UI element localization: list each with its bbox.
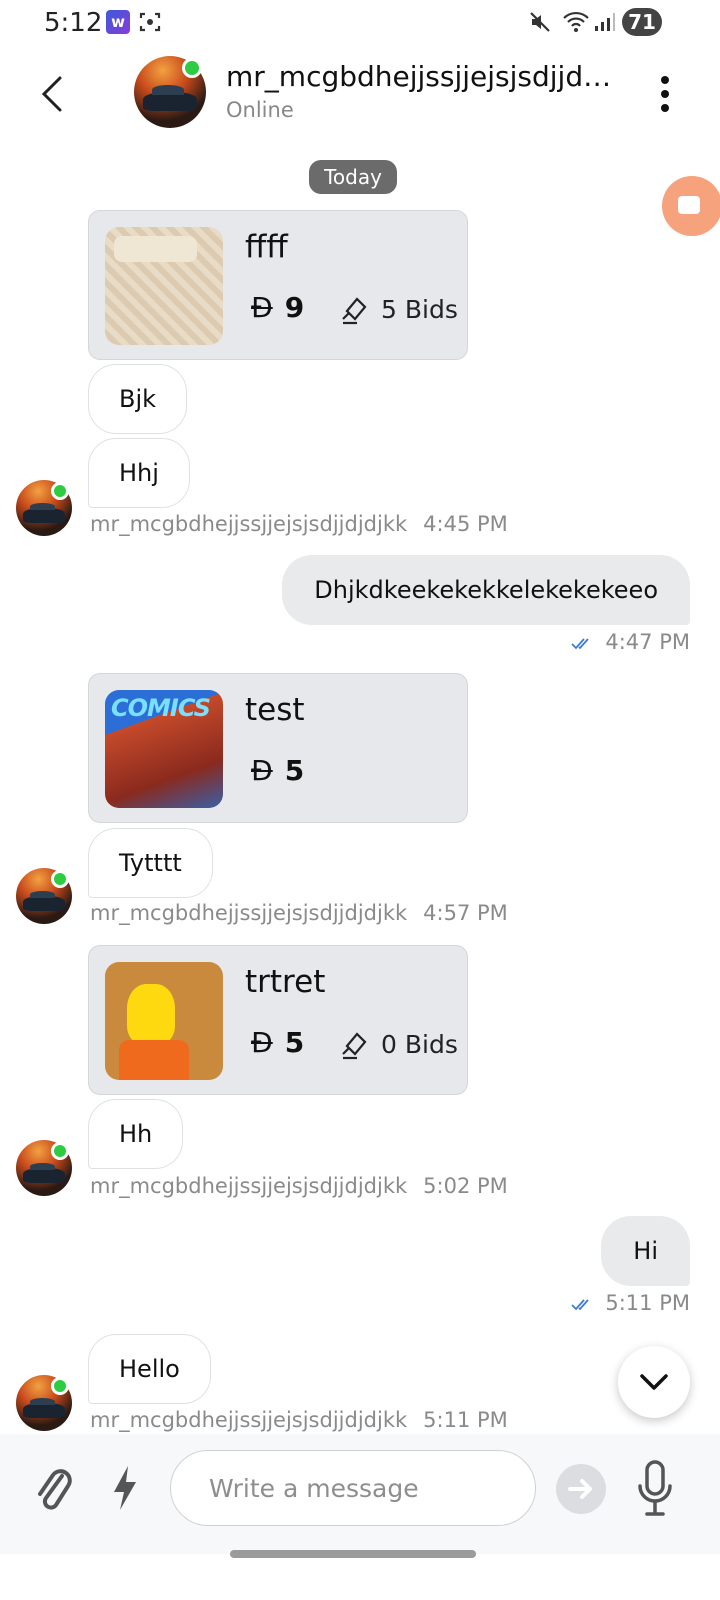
status-time: 5:12 xyxy=(44,8,103,38)
product-price: Đ5 xyxy=(251,1026,304,1059)
chat-header: mr_mcgbdhejjssjjejsjsdjjdj... Online xyxy=(0,50,720,140)
more-options-icon[interactable] xyxy=(650,72,680,116)
incoming-message[interactable]: Tytttt xyxy=(88,828,213,898)
currency-symbol: Đ xyxy=(251,754,273,787)
product-title: test xyxy=(245,692,305,728)
battery-indicator: 71 xyxy=(622,8,662,36)
bid-count: 5 Bids xyxy=(381,295,458,324)
message-time: 5:02 PM xyxy=(423,1174,508,1198)
sender-name: mr_mcgbdhejjssjjejsjsdjjdjdjkk xyxy=(90,1408,408,1432)
outgoing-message[interactable]: Hi xyxy=(601,1216,690,1286)
status-bar: 5:12 w 71 xyxy=(0,0,720,46)
sender-name: mr_mcgbdhejjssjjejsjsdjjdjdjkk xyxy=(90,512,408,536)
message-input[interactable] xyxy=(170,1450,536,1526)
contact-name[interactable]: mr_mcgbdhejjssjjejsjsdjjdj... xyxy=(226,60,616,93)
incoming-message[interactable]: Bjk xyxy=(88,364,188,434)
message-meta: 5:11 PM xyxy=(571,1291,690,1315)
product-card[interactable]: trtret Đ5 0 Bids xyxy=(88,945,468,1095)
currency-symbol: Đ xyxy=(251,291,273,324)
message-time: 5:11 PM xyxy=(605,1291,690,1315)
gavel-icon xyxy=(342,297,367,325)
scroll-to-bottom-button[interactable] xyxy=(618,1346,690,1418)
online-indicator xyxy=(51,1142,69,1160)
message-meta: mr_mcgbdhejjssjjejsjsdjjdjdjkk 4:57 PM xyxy=(90,901,508,925)
price-value: 5 xyxy=(284,754,305,787)
message-composer xyxy=(0,1434,720,1554)
date-separator: Today xyxy=(309,160,397,194)
app-notification-icon: w xyxy=(106,10,130,34)
cartoon-image xyxy=(105,962,223,1080)
message-time: 4:47 PM xyxy=(605,630,690,654)
sender-name: mr_mcgbdhejjssjjejsjsdjjdjdjkk xyxy=(90,1174,408,1198)
comic-cover-image: COMICS xyxy=(105,690,223,808)
send-button[interactable] xyxy=(556,1464,606,1514)
product-card[interactable]: COMICS test Đ5 xyxy=(88,673,468,823)
read-receipt-icon xyxy=(571,638,590,650)
wifi-icon xyxy=(563,11,589,32)
online-indicator xyxy=(51,1377,69,1395)
contact-status: Online xyxy=(226,98,294,122)
quick-reply-bolt-icon[interactable] xyxy=(110,1464,140,1512)
read-receipt-icon xyxy=(571,1299,590,1311)
message-meta: mr_mcgbdhejjssjjejsjsdjjdjdjkk 4:45 PM xyxy=(90,512,508,536)
home-indicator[interactable] xyxy=(230,1550,476,1558)
product-price: Đ5 xyxy=(251,754,304,787)
bid-count: 0 Bids xyxy=(381,1030,458,1059)
message-meta: 4:47 PM xyxy=(571,630,690,654)
message-time: 5:11 PM xyxy=(423,1408,508,1432)
video-call-button[interactable] xyxy=(662,176,720,236)
message-time: 4:45 PM xyxy=(423,512,508,536)
video-camera-icon xyxy=(678,196,700,214)
product-price: Đ9 xyxy=(251,291,304,324)
screenshot-icon xyxy=(139,12,161,32)
online-indicator xyxy=(182,58,202,78)
price-value: 5 xyxy=(284,1026,305,1059)
paperclip-icon[interactable] xyxy=(32,1462,74,1514)
gavel-icon xyxy=(342,1032,367,1060)
chevron-down-icon xyxy=(640,1374,668,1390)
sender-name: mr_mcgbdhejjssjjejsjsdjjdjdjkk xyxy=(90,901,408,925)
product-card[interactable]: ffff Đ9 5 Bids xyxy=(88,210,468,360)
online-indicator xyxy=(51,482,69,500)
comic-cover-text: COMICS xyxy=(111,694,211,722)
send-arrow-icon xyxy=(568,1479,592,1499)
product-title: ffff xyxy=(245,229,288,265)
bedsheet-image xyxy=(105,227,223,345)
incoming-message[interactable]: Hh xyxy=(88,1099,184,1169)
microphone-icon[interactable] xyxy=(636,1458,674,1518)
outgoing-message[interactable]: Dhjkdkeekekekkelekekekeeo xyxy=(282,555,690,625)
message-meta: mr_mcgbdhejjssjjejsjsdjjdjdjkk 5:02 PM xyxy=(90,1174,508,1198)
incoming-message[interactable]: Hello xyxy=(88,1334,211,1404)
incoming-message[interactable]: Hhj xyxy=(88,438,190,508)
online-indicator xyxy=(51,870,69,888)
back-arrow-icon[interactable] xyxy=(30,70,74,118)
mute-icon xyxy=(530,12,550,32)
signal-icon xyxy=(595,13,615,31)
product-title: trtret xyxy=(245,964,326,1000)
message-meta: mr_mcgbdhejjssjjejsjsdjjdjdjkk 5:11 PM xyxy=(90,1408,508,1432)
price-value: 9 xyxy=(284,291,305,324)
message-time: 4:57 PM xyxy=(423,901,508,925)
currency-symbol: Đ xyxy=(251,1026,273,1059)
